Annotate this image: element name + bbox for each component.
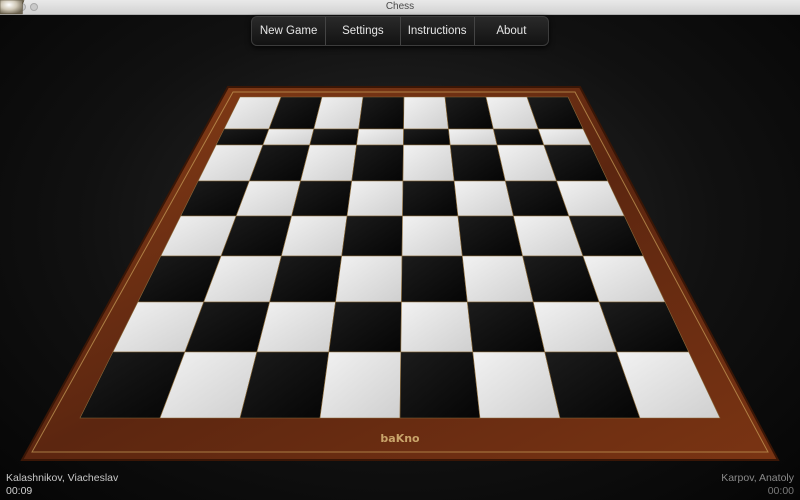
chess-board[interactable]: baKno bbox=[0, 0, 800, 500]
white-player-name: Kalashnikov, Viacheslav bbox=[6, 472, 119, 484]
square-a7[interactable] bbox=[215, 128, 270, 146]
settings-button[interactable]: Settings bbox=[326, 17, 401, 45]
square-e1[interactable] bbox=[399, 351, 481, 419]
square-c3[interactable] bbox=[269, 255, 343, 303]
square-e4[interactable] bbox=[401, 215, 463, 257]
square-c2[interactable] bbox=[256, 301, 336, 353]
instructions-button[interactable]: Instructions bbox=[401, 17, 475, 45]
square-e6[interactable] bbox=[402, 144, 455, 182]
square-g7[interactable] bbox=[492, 128, 545, 146]
square-e7[interactable] bbox=[403, 128, 451, 146]
square-c5[interactable] bbox=[291, 180, 353, 217]
square-d1[interactable] bbox=[319, 351, 402, 419]
black-player-name: Karpov, Anatoly bbox=[721, 472, 794, 484]
square-d3[interactable] bbox=[335, 255, 403, 303]
square-e2[interactable] bbox=[400, 301, 474, 353]
board-pieces[interactable] bbox=[0, 0, 25, 15]
white-rook-h1[interactable] bbox=[0, 0, 23, 15]
square-e8[interactable] bbox=[403, 96, 449, 130]
square-c6[interactable] bbox=[300, 144, 357, 182]
square-f4[interactable] bbox=[457, 215, 524, 257]
square-f3[interactable] bbox=[462, 255, 534, 303]
square-d2[interactable] bbox=[328, 301, 402, 353]
square-f6[interactable] bbox=[449, 144, 506, 182]
square-d6[interactable] bbox=[351, 144, 404, 182]
square-f2[interactable] bbox=[467, 301, 546, 353]
black-player-panel: Karpov, Anatoly 00:00 bbox=[721, 472, 794, 498]
square-e5[interactable] bbox=[402, 180, 459, 217]
square-d7[interactable] bbox=[356, 128, 404, 146]
square-h7[interactable] bbox=[537, 128, 592, 146]
square-c4[interactable] bbox=[280, 215, 348, 257]
square-c8[interactable] bbox=[313, 96, 364, 130]
board-brand-logo: baKno bbox=[380, 432, 420, 445]
chess-board-scene[interactable]: baKno bbox=[0, 0, 800, 500]
about-button[interactable]: About bbox=[475, 17, 548, 45]
new-game-button[interactable]: New Game bbox=[252, 17, 327, 45]
square-d8[interactable] bbox=[358, 96, 405, 130]
square-b7[interactable] bbox=[262, 128, 315, 146]
board-squares[interactable] bbox=[79, 96, 721, 419]
main-menu: New Game Settings Instructions About bbox=[251, 16, 549, 46]
square-f5[interactable] bbox=[453, 180, 514, 217]
white-player-panel: Kalashnikov, Viacheslav 00:09 bbox=[6, 472, 118, 498]
square-d5[interactable] bbox=[346, 180, 404, 217]
square-d4[interactable] bbox=[341, 215, 403, 257]
square-f8[interactable] bbox=[444, 96, 494, 130]
square-f7[interactable] bbox=[448, 128, 498, 146]
black-player-clock: 00:00 bbox=[767, 485, 794, 497]
white-player-clock: 00:09 bbox=[6, 485, 33, 497]
square-e3[interactable] bbox=[401, 255, 468, 303]
square-c7[interactable] bbox=[309, 128, 360, 146]
